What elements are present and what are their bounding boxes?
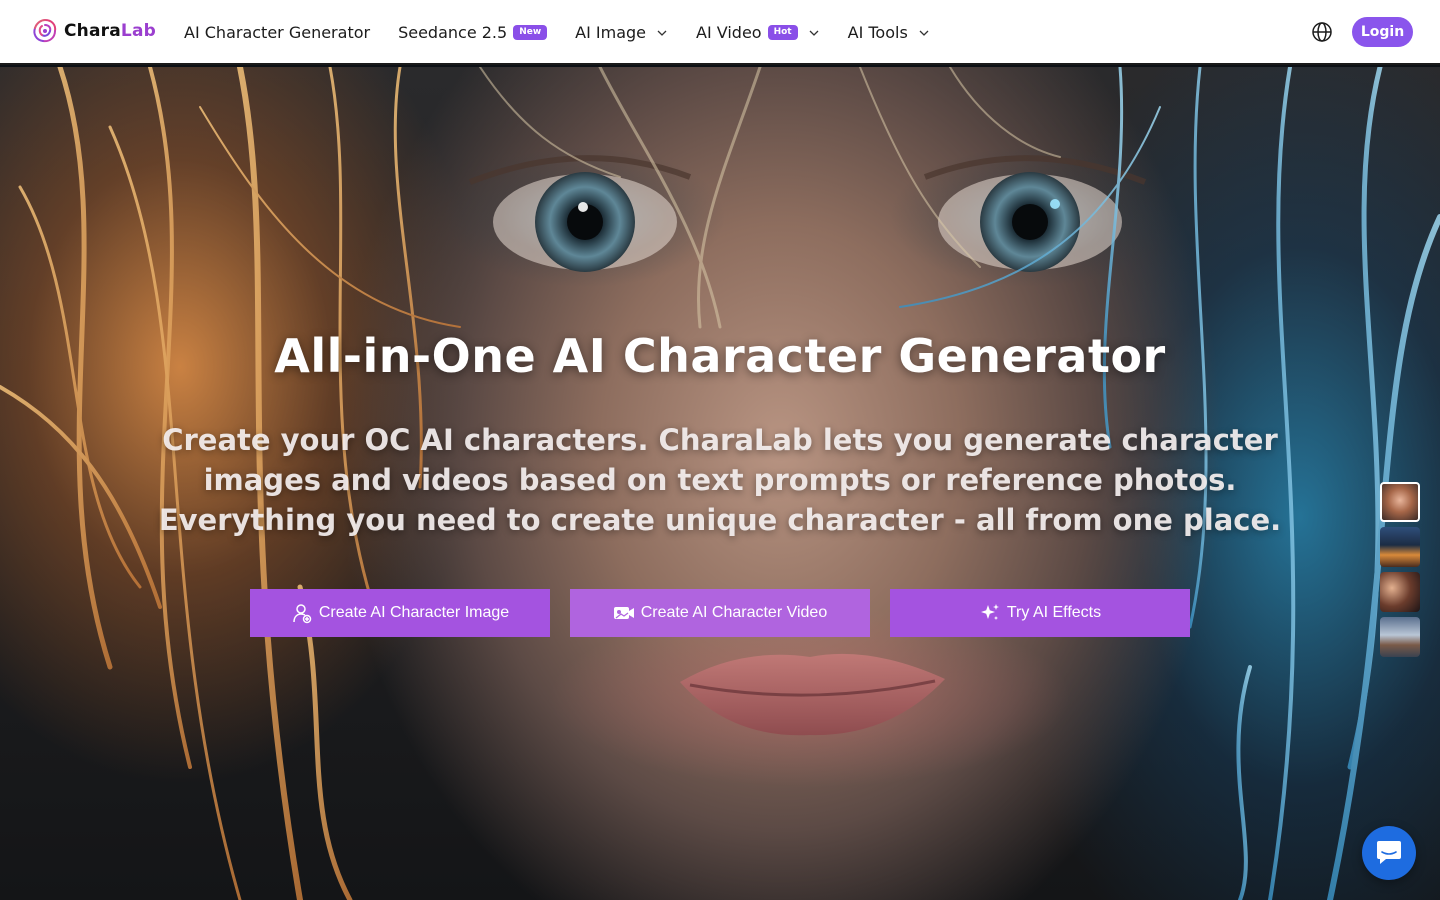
create-character-video-button[interactable]: Create AI Character Video (570, 589, 870, 637)
nav-label: AI Image (575, 23, 647, 42)
swirl-logo-icon (33, 19, 57, 43)
characters-group-thumb[interactable] (1380, 572, 1420, 612)
nav-label: Seedance 2.5 (398, 23, 508, 42)
create-character-image-button[interactable]: Create AI Character Image (250, 589, 550, 637)
globe-icon[interactable] (1311, 21, 1333, 43)
button-label: Create AI Character Video (640, 604, 828, 621)
nav-label: AI Character Generator (184, 23, 371, 42)
chevron-down-icon (809, 30, 819, 36)
nav-ai-character-generator[interactable]: AI Character Generator (184, 23, 370, 42)
nav-ai-tools[interactable]: AI Tools (848, 23, 930, 42)
top-navigation-bar: CharaLab AI Character Generator Seedance… (0, 0, 1440, 65)
nav-ai-image[interactable]: AI Image (575, 23, 668, 42)
hot-badge: Hot (767, 25, 798, 40)
chevron-down-icon (919, 30, 929, 36)
chat-support-button[interactable] (1362, 826, 1416, 880)
chat-bubble-icon (1377, 841, 1401, 864)
chevron-down-icon (657, 30, 667, 36)
button-label: Try AI Effects (1006, 604, 1102, 621)
login-button[interactable]: Login (1352, 17, 1413, 47)
hero-title: All-in-One AI Character Generator (274, 329, 1166, 383)
new-badge: New (513, 25, 548, 40)
brand-logo[interactable]: CharaLab (30, 16, 156, 46)
night-city-thumb[interactable] (1380, 527, 1420, 567)
sparkles-icon (980, 604, 999, 620)
video-camera-icon (613, 607, 634, 619)
nav-ai-video[interactable]: AI Video Hot (696, 23, 820, 42)
nav-label: AI Video (696, 23, 762, 42)
character-portrait-thumb[interactable] (1380, 482, 1420, 522)
nav-label: AI Tools (847, 23, 908, 42)
main-nav: AI Character Generator Seedance 2.5 New … (184, 0, 930, 65)
landscape-thumb[interactable] (1380, 617, 1420, 657)
try-ai-effects-button[interactable]: Try AI Effects (890, 589, 1190, 637)
button-label: Create AI Character Image (318, 604, 510, 621)
brand-name: CharaLab (64, 21, 156, 41)
hero-subtitle: Create your OC AI characters. CharaLab l… (158, 423, 1282, 537)
nav-seedance[interactable]: Seedance 2.5 New (398, 23, 548, 42)
hero-section: All-in-One AI Character Generator Create… (0, 67, 1440, 900)
user-sparkle-icon (293, 604, 312, 624)
hero-thumbnail-strip (1380, 482, 1420, 662)
